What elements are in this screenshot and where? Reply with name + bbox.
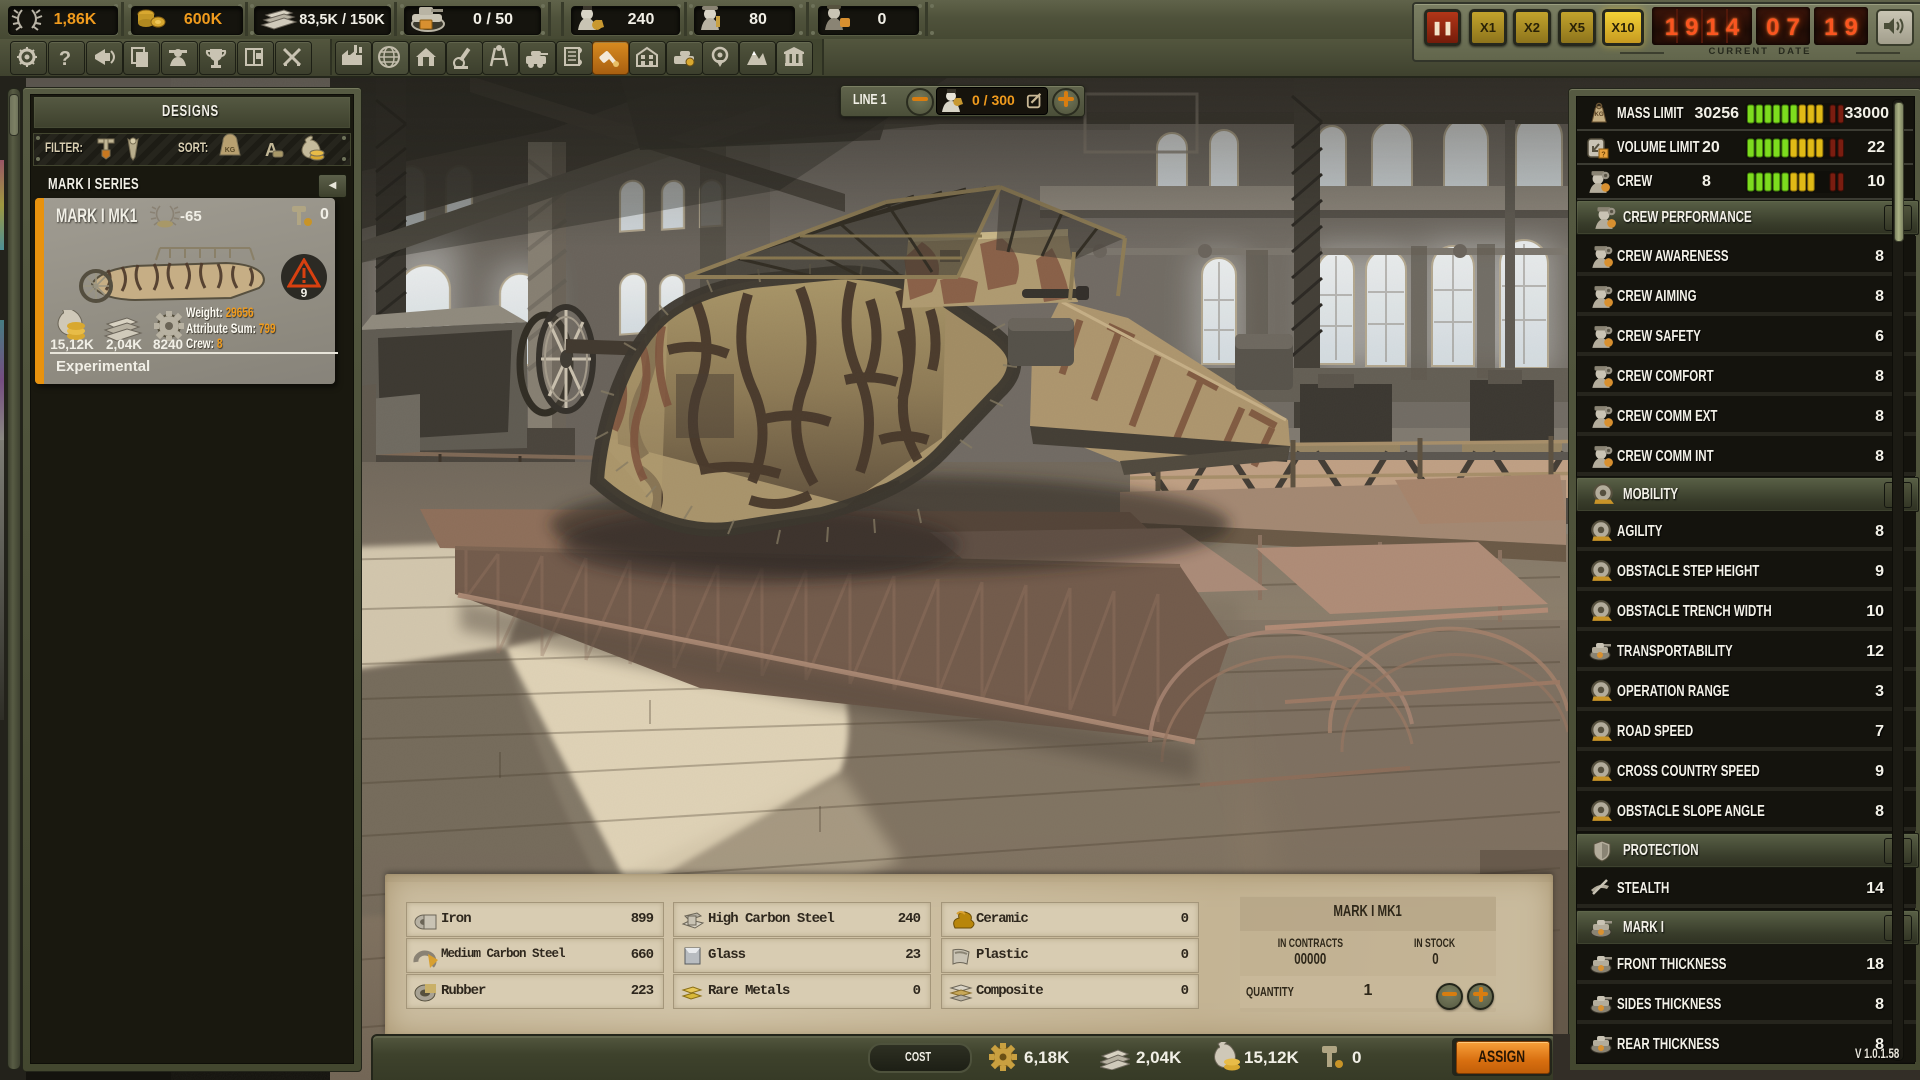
svg-text:?: ? — [1601, 152, 1605, 159]
svg-text:KG: KG — [1595, 112, 1604, 118]
svg-text:KG: KG — [225, 147, 236, 154]
svg-text:?: ? — [59, 48, 71, 70]
